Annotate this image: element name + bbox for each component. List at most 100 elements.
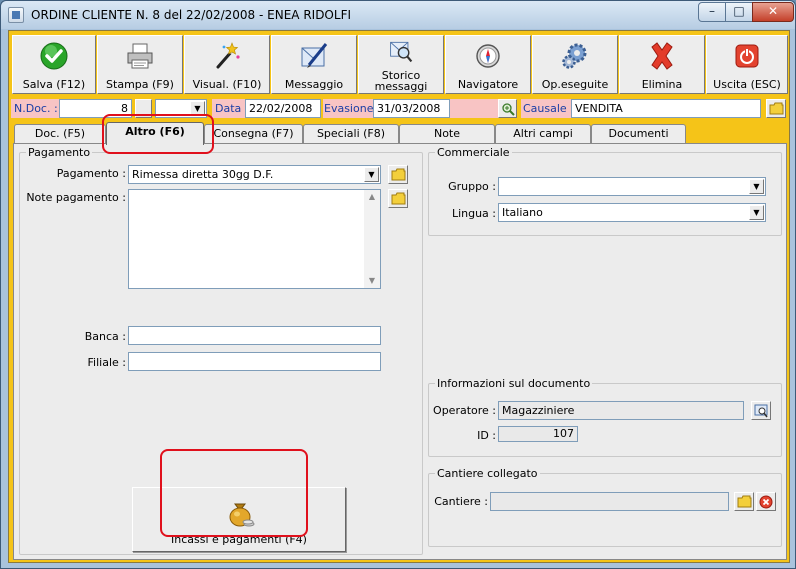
close-button[interactable]: ✕ — [752, 2, 794, 22]
lingua-label: Lingua : — [451, 207, 496, 220]
banca-input[interactable] — [128, 326, 381, 345]
causale-folder-button[interactable] — [766, 99, 786, 118]
causale-input[interactable]: VENDITA — [571, 99, 761, 118]
maximize-button[interactable]: □ — [725, 2, 753, 22]
delete-button[interactable]: Elimina — [619, 35, 705, 94]
operatore-field: Magazziniere — [498, 401, 744, 420]
gruppo-select[interactable]: ▼ — [498, 177, 766, 196]
incassi-pagamenti-label: Incassi e pagamenti (F4) — [171, 533, 307, 546]
chevron-down-icon[interactable]: ▼ — [749, 205, 764, 220]
navigator-button[interactable]: Navigatore — [445, 35, 531, 94]
evasione-label: Evasione: — [324, 102, 378, 115]
operatore-label: Operatore : — [433, 404, 496, 417]
pagamento-folder-button[interactable] — [388, 165, 408, 184]
title-bar[interactable]: ORDINE CLIENTE N. 8 del 22/02/2008 - ENE… — [1, 1, 795, 29]
note-pagamento-label: Note pagamento : — [26, 191, 126, 204]
ndoc-suffix-select[interactable]: ▼ — [155, 99, 207, 118]
magnifier-icon — [502, 103, 515, 116]
tab-strip: Doc. (F5) Altro (F6) Consegna (F7) Speci… — [9, 122, 791, 145]
note-folder-button[interactable] — [388, 189, 408, 208]
chevron-down-icon[interactable]: ▼ — [364, 167, 379, 182]
filiale-input[interactable] — [128, 352, 381, 371]
check-icon — [40, 42, 68, 70]
tab-altro[interactable]: Altro (F6) — [106, 122, 204, 145]
preview-button[interactable]: Visual. (F10) — [184, 35, 270, 94]
message-history-button[interactable]: Storico messaggi — [358, 35, 444, 94]
zoom-button[interactable] — [498, 99, 517, 118]
altro-panel: Pagamento Pagamento : Rimessa diretta 30… — [13, 143, 787, 560]
note-scrollbar[interactable]: ▲ ▼ — [364, 190, 380, 288]
delete-x-icon — [651, 42, 673, 70]
chevron-down-icon[interactable]: ▼ — [190, 101, 205, 116]
magic-wand-icon — [216, 42, 240, 69]
folder-icon — [391, 168, 406, 181]
causale-label: Causale : — [523, 102, 574, 115]
pen-letter-icon — [301, 43, 328, 68]
power-icon — [735, 44, 759, 68]
cantiere-clear-button[interactable] — [756, 492, 776, 511]
data-label: Data : — [215, 102, 249, 115]
app-window: ORDINE CLIENTE N. 8 del 22/02/2008 - ENE… — [0, 0, 796, 569]
pagamento-select-value: Rimessa diretta 30gg D.F. — [132, 168, 274, 181]
lingua-select[interactable]: Italiano ▼ — [498, 203, 766, 222]
money-bag-icon — [229, 503, 255, 527]
save-button[interactable]: Salva (F12) — [12, 35, 96, 94]
evasione-date-input[interactable]: 31/03/2008 — [373, 99, 450, 118]
delete-button-label: Elimina — [641, 78, 683, 91]
incassi-pagamenti-button[interactable]: Incassi e pagamenti (F4) — [132, 487, 346, 552]
exit-button[interactable]: Uscita (ESC) — [706, 35, 788, 94]
chevron-down-icon[interactable]: ▼ — [749, 179, 764, 194]
scroll-up-icon[interactable]: ▲ — [364, 190, 380, 204]
pagamento-group-title: Pagamento — [28, 146, 91, 159]
header-fields: N.Doc. : 8 ▼ Data : 22/02/2008 Evasione:… — [9, 97, 791, 119]
printer-icon — [127, 43, 153, 69]
pagamento-label: Pagamento : — [56, 167, 126, 180]
commerciale-group-title: Commerciale — [437, 146, 510, 159]
filiale-label: Filiale : — [87, 356, 126, 369]
banca-label: Banca : — [84, 330, 126, 343]
tab-note[interactable]: Note — [399, 124, 495, 143]
note-pagamento-textarea[interactable]: ▲ ▼ — [128, 189, 381, 289]
message-button[interactable]: Messaggio — [271, 35, 357, 94]
gears-icon — [562, 43, 587, 69]
operations-done-button[interactable]: Op.eseguite — [532, 35, 618, 94]
cantiere-field — [490, 492, 729, 511]
tab-documenti[interactable]: Documenti — [591, 124, 686, 143]
window-title: ORDINE CLIENTE N. 8 del 22/02/2008 - ENE… — [31, 8, 352, 22]
folder-icon — [769, 102, 784, 115]
ndoc-spin-button[interactable] — [135, 99, 152, 118]
id-label: ID : — [477, 429, 496, 442]
preview-button-label: Visual. (F10) — [192, 78, 262, 91]
tab-consegna[interactable]: Consegna (F7) — [204, 124, 303, 143]
print-button[interactable]: Stampa (F9) — [97, 35, 183, 94]
print-button-label: Stampa (F9) — [106, 78, 174, 91]
operations-done-label: Op.eseguite — [541, 78, 609, 91]
clear-icon — [759, 495, 773, 509]
message-button-label: Messaggio — [284, 78, 344, 91]
lookup-icon — [754, 404, 768, 418]
operatore-lookup-button[interactable] — [751, 401, 771, 420]
navigator-button-label: Navigatore — [457, 78, 519, 91]
message-history-label-line2: messaggi — [374, 80, 428, 93]
folder-icon — [391, 192, 406, 205]
cantiere-group-title: Cantiere collegato — [437, 467, 538, 480]
client-area: Salva (F12) Stampa (F9) Visual. (F10) Me… — [8, 30, 790, 563]
lingua-select-value: Italiano — [502, 206, 543, 219]
tab-doc[interactable]: Doc. (F5) — [14, 124, 106, 143]
folder-icon — [737, 495, 752, 508]
pagamento-select[interactable]: Rimessa diretta 30gg D.F. ▼ — [128, 165, 381, 184]
ndoc-input[interactable]: 8 — [59, 99, 132, 118]
date-input[interactable]: 22/02/2008 — [245, 99, 321, 118]
cantiere-label: Cantiere : — [434, 495, 488, 508]
exit-button-label: Uscita (ESC) — [713, 78, 781, 91]
tab-altri-campi[interactable]: Altri campi — [495, 124, 591, 143]
gruppo-label: Gruppo : — [448, 180, 496, 193]
save-button-label: Salva (F12) — [22, 78, 86, 91]
ndoc-label: N.Doc. : — [14, 102, 58, 115]
cantiere-folder-button[interactable] — [734, 492, 754, 511]
scroll-down-icon[interactable]: ▼ — [364, 274, 380, 288]
toolbar: Salva (F12) Stampa (F9) Visual. (F10) Me… — [9, 32, 791, 95]
minimize-button[interactable]: – — [698, 2, 726, 22]
tab-speciali[interactable]: Speciali (F8) — [303, 124, 399, 143]
app-icon — [8, 7, 24, 23]
